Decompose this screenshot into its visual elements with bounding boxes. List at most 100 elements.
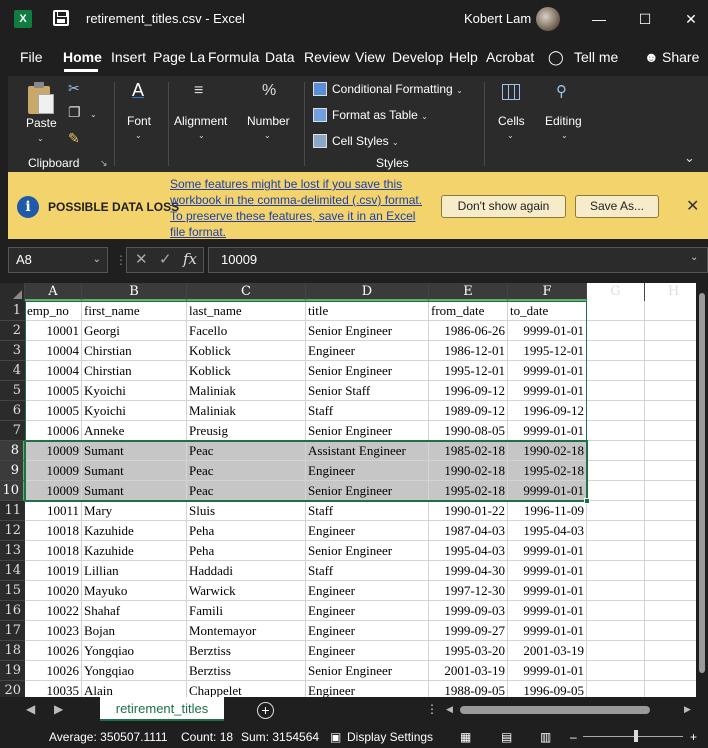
table-cell[interactable]: Kazuhide xyxy=(82,521,187,541)
table-cell[interactable]: 9999-01-01 xyxy=(508,601,587,621)
table-cell[interactable]: Sluis xyxy=(187,501,306,521)
table-cell[interactable] xyxy=(645,601,696,621)
table-cell[interactable]: 1996-09-05 xyxy=(508,681,587,697)
table-cell[interactable]: Shahaf xyxy=(82,601,187,621)
table-cell[interactable]: 10005 xyxy=(25,381,82,401)
table-cell[interactable]: 9999-01-01 xyxy=(508,381,587,401)
tab-data[interactable]: Data xyxy=(265,49,295,65)
expand-formula-bar-icon[interactable]: ⌄ xyxy=(690,252,698,263)
editing-dropdown-icon[interactable]: ⌄ xyxy=(561,131,568,140)
table-cell[interactable]: 9999-01-01 xyxy=(508,541,587,561)
prev-sheet-icon[interactable]: ◀ xyxy=(26,702,35,716)
header-cell[interactable]: from_date xyxy=(429,301,508,321)
table-cell[interactable]: Yongqiao xyxy=(82,641,187,661)
header-cell[interactable] xyxy=(587,301,645,321)
user-name[interactable]: Kobert Lam xyxy=(464,11,531,26)
row-header[interactable]: 15 xyxy=(0,581,25,601)
number-button[interactable]: Number xyxy=(247,114,290,128)
font-dropdown-icon[interactable]: ⌄ xyxy=(135,131,142,140)
table-cell[interactable]: Maliniak xyxy=(187,401,306,421)
table-cell[interactable]: Senior Engineer xyxy=(306,661,429,681)
table-cell[interactable]: 9999-01-01 xyxy=(508,621,587,641)
row-header[interactable]: 10 xyxy=(0,481,25,501)
table-cell[interactable]: Alain xyxy=(82,681,187,697)
table-cell[interactable] xyxy=(645,381,696,401)
table-cell[interactable]: Engineer xyxy=(306,621,429,641)
name-box[interactable]: A8 ⌄ xyxy=(8,247,108,273)
row-header[interactable]: 19 xyxy=(0,661,25,681)
row-header[interactable]: 6 xyxy=(0,401,25,421)
table-cell[interactable]: 10018 xyxy=(25,541,82,561)
table-cell[interactable] xyxy=(645,541,696,561)
format-painter-icon[interactable]: ✎ xyxy=(68,130,80,147)
dont-show-again-button[interactable]: Don't show again xyxy=(441,195,566,218)
paste-button[interactable]: Paste xyxy=(26,116,57,130)
table-cell[interactable]: 9999-01-01 xyxy=(508,421,587,441)
table-cell[interactable]: 10018 xyxy=(25,521,82,541)
cell-styles-button[interactable]: Cell Styles ⌄ xyxy=(332,134,399,148)
header-cell[interactable]: last_name xyxy=(187,301,306,321)
table-cell[interactable]: Yongqiao xyxy=(82,661,187,681)
cells-icon[interactable] xyxy=(502,84,520,100)
row-header[interactable]: 14 xyxy=(0,561,25,581)
table-cell[interactable]: Koblick xyxy=(187,341,306,361)
vertical-scrollbar[interactable] xyxy=(696,283,708,697)
alignment-icon[interactable]: ≡ xyxy=(194,82,203,100)
cells-button[interactable]: Cells xyxy=(498,114,525,128)
table-cell[interactable]: 1990-01-22 xyxy=(429,501,508,521)
table-cell[interactable] xyxy=(645,641,696,661)
table-cell[interactable] xyxy=(645,581,696,601)
table-cell[interactable]: 9999-01-01 xyxy=(508,581,587,601)
percent-icon[interactable]: % xyxy=(262,82,276,100)
table-cell[interactable]: 1985-02-18 xyxy=(429,441,508,461)
tab-formulas[interactable]: Formula xyxy=(208,49,259,65)
table-cell[interactable]: 9999-01-01 xyxy=(508,361,587,381)
table-cell[interactable]: 1999-04-30 xyxy=(429,561,508,581)
table-cell[interactable] xyxy=(645,461,696,481)
zoom-in-icon[interactable]: + xyxy=(690,730,697,744)
table-cell[interactable]: Peac xyxy=(187,461,306,481)
table-cell[interactable]: 1986-06-26 xyxy=(429,321,508,341)
table-cell[interactable] xyxy=(587,481,645,501)
table-cell[interactable] xyxy=(587,661,645,681)
table-cell[interactable]: 1996-11-09 xyxy=(508,501,587,521)
table-cell[interactable]: Mary xyxy=(82,501,187,521)
table-cell[interactable]: Engineer xyxy=(306,521,429,541)
format-as-table-icon[interactable] xyxy=(313,108,327,122)
chevron-down-icon[interactable]: ⌄ xyxy=(93,248,101,272)
table-cell[interactable]: 1999-09-03 xyxy=(429,601,508,621)
table-cell[interactable]: Senior Engineer xyxy=(306,321,429,341)
table-cell[interactable]: 9999-01-01 xyxy=(508,661,587,681)
table-cell[interactable] xyxy=(587,381,645,401)
spreadsheet-grid[interactable]: A B C D E F G H 1 emp_no first_name last_name title f… xyxy=(0,283,696,697)
table-cell[interactable]: 1987-04-03 xyxy=(429,521,508,541)
header-cell[interactable]: first_name xyxy=(82,301,187,321)
table-cell[interactable]: Engineer xyxy=(306,681,429,697)
table-cell[interactable]: 9999-01-01 xyxy=(508,561,587,581)
column-header-a[interactable]: A xyxy=(25,283,82,301)
table-cell[interactable]: 1989-09-12 xyxy=(429,401,508,421)
table-cell[interactable]: 1988-09-05 xyxy=(429,681,508,697)
cells-dropdown-icon[interactable]: ⌄ xyxy=(507,131,514,140)
row-header[interactable]: 1 xyxy=(0,301,25,321)
page-layout-view-icon[interactable]: ▤ xyxy=(501,730,512,744)
table-cell[interactable]: Senior Engineer xyxy=(306,541,429,561)
tab-acrobat[interactable]: Acrobat xyxy=(486,49,534,65)
header-cell[interactable]: emp_no xyxy=(25,301,82,321)
table-cell[interactable] xyxy=(587,581,645,601)
table-cell[interactable] xyxy=(645,621,696,641)
table-cell[interactable]: Georgi xyxy=(82,321,187,341)
font-button[interactable]: Font xyxy=(127,114,151,128)
table-cell[interactable]: 1995-02-18 xyxy=(508,461,587,481)
table-cell[interactable]: Chirstian xyxy=(82,341,187,361)
table-cell[interactable]: Anneke xyxy=(82,421,187,441)
table-cell[interactable]: 1996-09-12 xyxy=(508,401,587,421)
table-cell[interactable]: Senior Engineer xyxy=(306,361,429,381)
status-average[interactable]: Average: 350507.1111 xyxy=(49,730,168,744)
table-cell[interactable]: 2001-03-19 xyxy=(508,641,587,661)
collapse-ribbon-icon[interactable]: ⌄ xyxy=(684,150,695,166)
table-cell[interactable]: Engineer xyxy=(306,581,429,601)
tab-review[interactable]: Review xyxy=(304,49,350,65)
table-cell[interactable]: Senior Engineer xyxy=(306,481,429,501)
vertical-scroll-thumb[interactable] xyxy=(699,293,705,673)
